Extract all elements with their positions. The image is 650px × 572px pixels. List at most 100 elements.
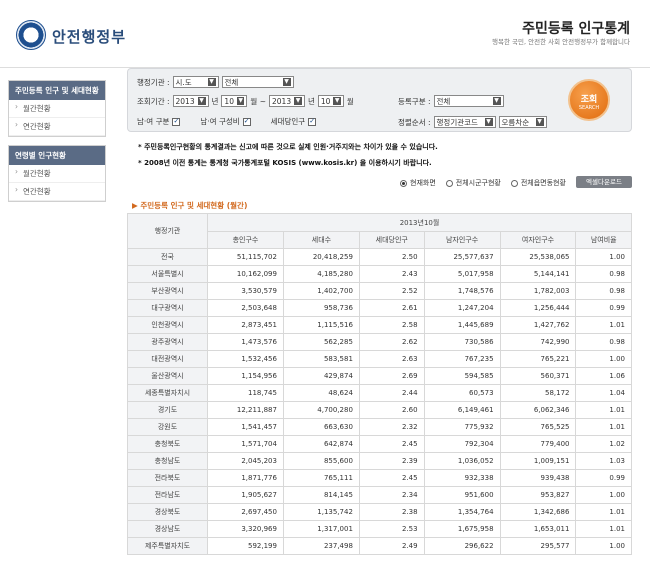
chevron-down-icon: ▼ [492,97,501,105]
value-cell: 562,285 [282,333,360,351]
to-month-select[interactable]: 10 ▼ [317,95,344,107]
value-cell: 1.01 [575,316,632,334]
value-cell: 2.32 [358,418,425,436]
sidebar-group-title[interactable]: 연령별 인구현황 [9,146,105,165]
table-row: 전라남도 1,905,627 814,145 2.34 951,600 953,827 1.… [127,486,632,504]
section-title: ▶ 주민등록 인구 및 세대현황 (월간) [132,201,248,210]
household-label: 세대당인구 [270,117,306,126]
value-cell: 1,427,762 [499,316,577,334]
value-cell: 594,585 [423,367,501,385]
chevron-down-icon: ▼ [197,97,206,105]
region-cell: 대구광역시 [127,299,208,317]
region-cell: 경상남도 [127,520,208,538]
gender-ratio-checkbox[interactable]: ✓ [242,117,251,126]
gender-ratio-label: 남·여 구성비 [200,117,240,126]
order-select[interactable]: 오름차순 ▼ [498,116,547,128]
register-select[interactable]: 전체 ▼ [433,95,504,107]
radio-eupmyeondong[interactable] [510,179,518,187]
gender-split-label: 남·여 구분 [137,117,170,126]
value-cell: 5,017,958 [423,265,501,283]
table-row: 충청북도 1,571,704 642,874 2.45 792,304 779,400 1.… [127,435,632,453]
chevron-down-icon: ▼ [282,78,291,86]
column-header: 남자인구수 [423,231,501,249]
sidebar-item-yearly[interactable]: 연간현황 [9,183,105,201]
value-cell: 1,675,958 [423,520,501,538]
value-cell: 1,115,516 [282,316,360,334]
value-cell: 25,538,065 [499,248,577,266]
value-cell: 2.43 [358,265,425,283]
radio-current[interactable] [400,179,407,187]
value-cell: 51,115,702 [207,248,284,266]
column-header: 세대당인구 [358,231,425,249]
sidebar-group-title[interactable]: 주민등록 인구 및 세대현황 [9,81,105,100]
view-options: 현재화면 전체시군구현황 전체읍면동현황 [400,178,566,188]
column-header: 여자인구수 [499,231,577,249]
sidebar-group-household: 주민등록 인구 및 세대현황 월간현황 연간현황 [8,80,106,137]
from-month-select[interactable]: 10 ▼ [221,95,248,107]
household-checkbox[interactable]: ✓ [308,117,317,126]
value-cell: 2,873,451 [207,316,284,334]
value-cell: 3,320,969 [207,520,284,538]
value-cell: 0.98 [575,265,632,283]
sidebar-item-monthly[interactable]: 월간현황 [9,165,105,183]
sidebar-item-yearly[interactable]: 연간현황 [9,118,105,136]
value-cell: 814,145 [282,486,360,504]
value-cell: 12,211,887 [207,401,284,419]
value-cell: 1.00 [575,486,632,504]
table-row: 광주광역시 1,473,576 562,285 2.62 730,586 742,990 0… [127,333,632,351]
radio-sigungu-label: 전체시군구현황 [455,179,501,187]
table-row: 대구광역시 2,503,648 958,736 2.61 1,247,204 1,256,… [127,299,632,317]
government-emblem-icon[interactable] [16,20,46,50]
table-row: 경상남도 3,320,969 1,317,001 2.53 1,675,958 1,653… [127,520,632,538]
admin-region-select[interactable]: 전체 ▼ [221,76,294,88]
value-cell: 953,827 [499,486,577,504]
radio-sigungu[interactable] [445,179,453,187]
value-cell: 6,149,461 [423,401,501,419]
value-cell: 1,354,764 [423,503,501,521]
region-cell: 전국 [127,248,208,266]
table-header-row: 행정기관 2013년10월 [127,213,632,249]
value-cell: 2.44 [358,384,425,402]
value-cell: 3,530,579 [207,282,284,300]
chevron-down-icon: ▼ [333,97,341,105]
value-cell: 1.01 [575,520,632,538]
value-cell: 429,874 [282,367,360,385]
value-cell: 775,932 [423,418,501,436]
value-cell: 560,371 [499,367,577,385]
value-cell: 779,400 [499,435,577,453]
table-row: 전라북도 1,871,776 765,111 2.45 932,338 939,438 0.… [127,469,632,487]
value-cell: 1,402,700 [282,282,360,300]
value-cell: 1,135,742 [282,503,360,521]
column-header: 남여비율 [575,231,632,249]
region-cell: 서울특별시 [127,265,208,283]
value-cell: 2,697,450 [207,503,284,521]
value-cell: 20,418,259 [282,248,360,266]
period-label: 조회기간 : [137,96,170,106]
logo-text[interactable]: 안전행정부 [52,26,126,47]
value-cell: 1.04 [575,384,632,402]
region-header: 행정기관 [127,213,208,249]
table-row: 전국 51,115,702 20,418,259 2.50 25,577,637 25,5… [127,248,632,266]
value-cell: 1,571,704 [207,435,284,453]
region-cell: 부산광역시 [127,282,208,300]
value-cell: 1,473,576 [207,333,284,351]
excel-download-button[interactable]: 엑셀다운로드 [576,176,632,188]
sidebar-item-monthly[interactable]: 월간현황 [9,100,105,118]
gender-split-checkbox[interactable]: ✓ [172,117,181,126]
admin-level-select[interactable]: 시.도 ▼ [172,76,219,88]
search-button[interactable]: 조회 SEARCH [568,79,610,121]
region-cell: 경기도 [127,401,208,419]
value-cell: 118,745 [207,384,284,402]
value-cell: 0.98 [575,282,632,300]
search-button-label: 조회 [580,95,598,105]
to-year-select[interactable]: 2013 ▼ [269,95,305,107]
from-year-select[interactable]: 2013 ▼ [172,95,209,107]
value-cell: 1,154,956 [207,367,284,385]
sort-select[interactable]: 행정기관코드 ▼ [433,116,496,128]
value-cell: 237,498 [282,537,360,555]
radio-current-label: 현재화면 [410,179,436,187]
region-cell: 인천광역시 [127,316,208,334]
value-cell: 1.03 [575,452,632,470]
notice-2: * 2008년 이전 통계는 통계청 국가통계포털 KOSIS (www.kos… [138,159,432,167]
sidebar-group-age: 연령별 인구현황 월간현황 연간현황 [8,145,106,202]
